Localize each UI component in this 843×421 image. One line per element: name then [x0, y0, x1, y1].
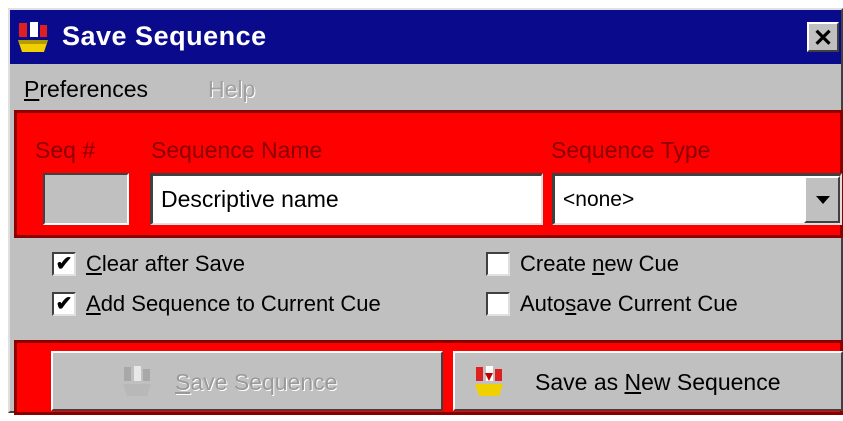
chevron-down-icon: [816, 196, 830, 204]
sequence-name-input[interactable]: Descriptive name: [150, 173, 543, 225]
checkmark-icon: ✔: [55, 293, 73, 315]
sequence-type-select[interactable]: <none>: [552, 173, 842, 225]
autosave-current-cue-checkbox[interactable]: [486, 292, 510, 316]
autosave-current-cue-label: Autosave Current Cue: [520, 291, 738, 316]
save-new-icon: [475, 366, 503, 396]
mnemonic-letter: S: [175, 369, 191, 395]
save-sequence-label: Save Sequence: [175, 369, 338, 395]
mnemonic-letter: n: [592, 251, 605, 276]
close-icon: ✕: [812, 25, 834, 52]
options-group: ✔ Clear after Save ✔ Add Sequence to Cur…: [14, 242, 843, 338]
add-to-current-cue-checkbox[interactable]: ✔: [52, 292, 76, 316]
sequence-type-dropdown-button[interactable]: [804, 176, 840, 223]
menu-help[interactable]: Help: [208, 74, 255, 104]
add-to-current-cue-label: Add Sequence to Current Cue: [86, 291, 381, 316]
title-bar[interactable]: Save Sequence ✕: [10, 10, 841, 64]
mnemonic-letter: N: [624, 369, 642, 395]
create-new-cue-label: Create new Cue: [520, 251, 679, 276]
mnemonic-letter: P: [24, 76, 40, 102]
sequence-app-icon: [18, 22, 48, 52]
sequence-panel: Seq # Sequence Name Sequence Type Descri…: [14, 110, 843, 238]
checkmark-icon: ✔: [55, 253, 73, 275]
clear-after-save-checkbox[interactable]: ✔: [52, 252, 76, 276]
close-button[interactable]: ✕: [807, 22, 839, 52]
menu-preferences[interactable]: Preferences: [24, 74, 148, 104]
button-panel: Save Sequence Save as New Sequence: [14, 340, 843, 415]
menu-bar: Preferences Help: [10, 68, 841, 108]
save-as-new-sequence-label: Save as New Sequence: [535, 369, 781, 395]
window-title: Save Sequence: [62, 21, 267, 51]
mnemonic-letter: C: [86, 251, 102, 276]
mnemonic-letter: A: [86, 291, 101, 316]
seq-number-field[interactable]: [43, 173, 129, 225]
mnemonic-letter: s: [565, 291, 577, 316]
sequence-type-value: <none>: [563, 188, 635, 211]
seq-number-label: Seq #: [35, 137, 96, 163]
create-new-cue-checkbox[interactable]: [486, 252, 510, 276]
save-icon: [123, 366, 151, 396]
sequence-name-label: Sequence Name: [151, 137, 323, 163]
save-sequence-dialog: Save Sequence ✕ Preferences Help Seq # S…: [8, 8, 843, 415]
save-as-new-sequence-button[interactable]: Save as New Sequence: [453, 351, 843, 411]
save-sequence-button[interactable]: Save Sequence: [51, 351, 443, 411]
clear-after-save-label: Clear after Save: [86, 251, 245, 276]
sequence-type-label: Sequence Type: [551, 137, 711, 163]
